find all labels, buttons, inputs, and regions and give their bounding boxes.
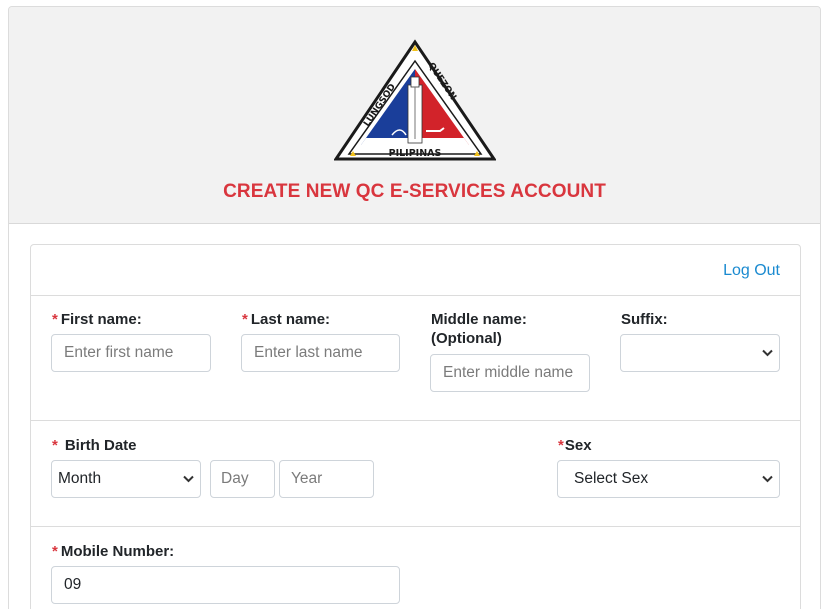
first-name-input[interactable] — [51, 334, 211, 372]
card-header: LUNGSOD QUEZON PILIPINAS CREATE NEW QC E… — [9, 7, 820, 224]
mobile-number-input[interactable] — [51, 566, 400, 604]
quezon-city-seal-logo: LUNGSOD QUEZON PILIPINAS — [334, 39, 496, 161]
middle-name-optional-text: (Optional) — [431, 330, 502, 347]
logout-link[interactable]: Log Out — [723, 262, 780, 280]
sex-select-value: Select Sex — [574, 470, 649, 487]
first-name-label: * First name: — [52, 310, 142, 329]
chevron-down-icon — [182, 473, 194, 485]
mobile-number-label-text: Mobile Number: — [60, 543, 175, 560]
required-marker: * — [558, 437, 564, 454]
sex-label: *Sex — [558, 436, 592, 455]
birth-date-label-text: Birth Date — [64, 437, 137, 454]
required-marker: * — [52, 437, 58, 454]
middle-name-label-text: Middle name: — [431, 311, 527, 328]
last-name-label-text: Last name: — [250, 311, 331, 328]
last-name-label: * Last name: — [242, 310, 330, 329]
form-card: Log Out *First name: *Last name: Middle … — [30, 244, 801, 609]
divider — [31, 420, 800, 421]
required-marker: * — [52, 311, 58, 328]
logo-text-bottom: PILIPINAS — [389, 148, 442, 159]
birth-year-input[interactable] — [279, 460, 374, 498]
required-marker: * — [52, 543, 58, 560]
first-name-label-text: First name: — [60, 311, 142, 328]
registration-card: LUNGSOD QUEZON PILIPINAS CREATE NEW QC E… — [8, 6, 821, 609]
sex-label-text: Sex — [564, 437, 592, 454]
chevron-down-icon — [761, 347, 773, 359]
birth-month-select[interactable]: Month — [51, 460, 201, 498]
chevron-down-icon — [761, 473, 773, 485]
divider — [31, 526, 800, 527]
middle-name-input[interactable] — [430, 354, 590, 392]
last-name-input[interactable] — [241, 334, 400, 372]
sex-select[interactable]: Select Sex — [557, 460, 780, 498]
middle-name-label: Middle name: (Optional) — [431, 310, 527, 348]
birth-day-input[interactable] — [210, 460, 275, 498]
divider — [31, 295, 800, 296]
suffix-select[interactable] — [620, 334, 780, 372]
suffix-label: Suffix: — [621, 311, 668, 328]
page-title: CREATE NEW QC E-SERVICES ACCOUNT — [223, 181, 606, 202]
birth-month-value: Month — [58, 470, 102, 487]
mobile-number-label: * Mobile Number: — [52, 542, 174, 561]
required-marker: * — [242, 311, 248, 328]
birth-date-label: * Birth Date — [52, 436, 137, 455]
